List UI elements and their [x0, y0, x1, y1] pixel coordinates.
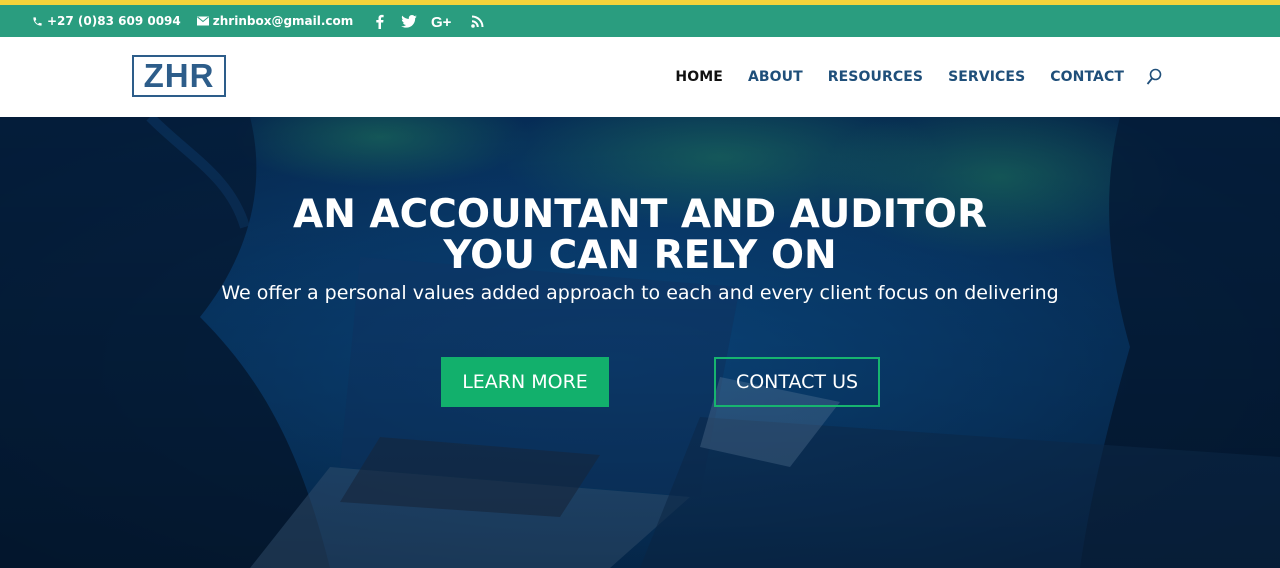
top-info-bar: +27 (0)83 609 0094 zhrinbox@gmail.com G+ — [0, 0, 1280, 37]
rss-icon[interactable] — [469, 13, 485, 29]
hero-section: AN ACCOUNTANT AND AUDITOR YOU CAN RELY O… — [0, 117, 1280, 568]
nav-contact[interactable]: CONTACT — [1050, 69, 1124, 85]
envelope-icon — [196, 16, 209, 26]
svg-text:G+: G+ — [431, 14, 452, 29]
nav-about[interactable]: ABOUT — [748, 69, 803, 85]
hero-background-image — [0, 117, 1280, 568]
social-links: G+ — [371, 13, 499, 29]
contact-us-button[interactable]: CONTACT US — [714, 357, 880, 407]
hero-title-line-2: YOU CAN RELY ON — [443, 233, 837, 278]
nav-services[interactable]: SERVICES — [948, 69, 1025, 85]
google-plus-icon[interactable]: G+ — [431, 13, 455, 29]
logo[interactable]: ZHR — [132, 55, 226, 97]
phone-icon — [33, 16, 42, 26]
email-address: zhrinbox@gmail.com — [212, 14, 354, 28]
main-nav: HOME ABOUT RESOURCES SERVICES CONTACT — [650, 37, 1162, 117]
twitter-icon[interactable] — [401, 13, 418, 29]
phone-contact[interactable]: +27 (0)83 609 0094 — [32, 14, 181, 28]
facebook-icon[interactable] — [371, 13, 387, 29]
learn-more-button[interactable]: LEARN MORE — [441, 357, 609, 407]
hero-subtitle: We offer a personal values added approac… — [221, 282, 1059, 304]
email-contact[interactable]: zhrinbox@gmail.com — [196, 14, 354, 28]
nav-resources[interactable]: RESOURCES — [828, 69, 923, 85]
hero-title-line-1: AN ACCOUNTANT AND AUDITOR — [293, 192, 987, 237]
site-header: ZHR HOME ABOUT RESOURCES SERVICES CONTAC… — [0, 37, 1280, 117]
search-icon[interactable] — [1146, 68, 1162, 86]
phone-number: +27 (0)83 609 0094 — [47, 14, 181, 28]
nav-home[interactable]: HOME — [675, 69, 723, 85]
